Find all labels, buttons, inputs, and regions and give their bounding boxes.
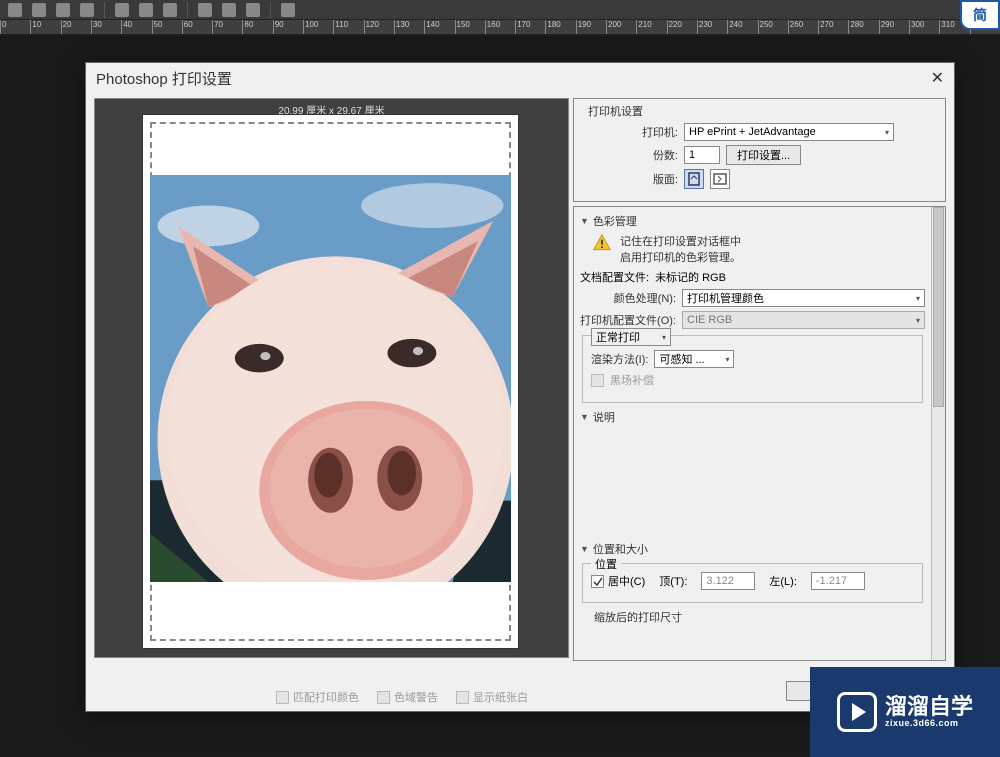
chevron-down-icon: ▾ (916, 316, 920, 325)
tool-icon[interactable] (32, 3, 46, 17)
vertical-scrollbar[interactable] (931, 207, 945, 660)
blackpoint-checkbox (591, 374, 604, 387)
printer-profile-value: CIE RGB (687, 314, 732, 326)
position-legend: 位置 (591, 556, 621, 572)
chevron-down-icon: ▾ (662, 333, 666, 342)
dialog-titlebar[interactable]: Photoshop 打印设置 ✕ (86, 63, 954, 93)
printer-label: 打印机: (582, 124, 678, 140)
show-paper-white-label: 显示纸张白 (473, 689, 528, 705)
printer-setup-title: 打印机设置 (588, 103, 937, 119)
tool-icon[interactable] (8, 3, 22, 17)
check-icon (592, 576, 603, 587)
show-paper-white-checkbox (456, 691, 469, 704)
doc-profile-value: 未标记的 RGB (655, 269, 726, 285)
warning-text-2: 启用打印机的色彩管理。 (620, 249, 741, 265)
print-settings-dialog: Photoshop 打印设置 ✕ 20.99 厘米 x 29.67 厘米 (85, 62, 955, 712)
position-size-header[interactable]: ▼ 位置和大小 (580, 541, 925, 557)
printer-profile-label: 打印机配置文件(O): (580, 312, 676, 328)
match-print-colors-label: 匹配打印颜色 (293, 689, 359, 705)
gamut-warning-label: 色域警告 (394, 689, 438, 705)
scroll-thumb[interactable] (933, 207, 944, 407)
normal-print-select[interactable]: 正常打印 ▾ (591, 328, 671, 346)
gamut-warning-checkbox (377, 691, 390, 704)
printer-value: HP ePrint + JetAdvantage (689, 126, 816, 138)
tool-icon[interactable] (198, 3, 212, 17)
chevron-down-icon: ▾ (725, 355, 729, 364)
print-preview-panel: 20.99 厘米 x 29.67 厘米 (94, 98, 569, 658)
disclosure-down-icon: ▼ (580, 216, 589, 226)
normal-print-value: 正常打印 (596, 329, 640, 345)
tool-icon[interactable] (115, 3, 129, 17)
scaled-print-size-label: 缩放后的打印尺寸 (594, 609, 925, 625)
copies-label: 份数: (582, 147, 678, 163)
render-method-select[interactable]: 可感知 ... ▾ (654, 350, 734, 368)
preview-options: 匹配打印颜色 色域警告 显示纸张白 (276, 689, 528, 705)
position-fieldset: 位置 居中(C) 顶(T): 左(L): (582, 563, 923, 603)
tool-icon[interactable] (56, 3, 70, 17)
close-icon[interactable]: ✕ (931, 68, 944, 88)
tool-icon[interactable] (139, 3, 153, 17)
printer-profile-select: CIE RGB ▾ (682, 311, 925, 329)
tool-icon[interactable] (163, 3, 177, 17)
description-header[interactable]: ▼ 说明 (580, 409, 925, 425)
printer-select[interactable]: HP ePrint + JetAdvantage ▾ (684, 123, 894, 141)
render-method-value: 可感知 ... (659, 351, 704, 367)
tool-icon[interactable] (222, 3, 236, 17)
color-handling-label: 颜色处理(N): (580, 290, 676, 306)
tool-icon[interactable] (246, 3, 260, 17)
landscape-icon (713, 173, 727, 185)
print-settings-button[interactable]: 打印设置... (726, 145, 801, 165)
left-label: 左(L): (769, 573, 797, 589)
doc-profile-label: 文档配置文件: (580, 269, 649, 285)
side-badge: 简 (960, 0, 1000, 30)
match-print-colors-checkbox (276, 691, 289, 704)
description-label: 说明 (593, 409, 615, 425)
settings-panel: 打印机设置 打印机: HP ePrint + JetAdvantage ▾ 份数… (573, 98, 946, 661)
play-icon (837, 692, 877, 732)
portrait-orientation-button[interactable] (684, 169, 704, 189)
app-toolbar (0, 0, 1000, 20)
disclosure-down-icon: ▼ (580, 412, 589, 422)
center-label: 居中(C) (608, 573, 645, 589)
watermark-url: zixue.3d66.com (885, 719, 973, 729)
separator (270, 2, 271, 18)
center-checkbox[interactable] (591, 575, 604, 588)
layout-label: 版面: (582, 171, 678, 187)
position-size-label: 位置和大小 (593, 541, 648, 557)
color-handling-value: 打印机管理颜色 (687, 290, 764, 306)
copies-input[interactable] (684, 146, 720, 164)
left-input (811, 572, 865, 590)
warning-text-1: 记住在打印设置对话框中 (620, 233, 741, 249)
printer-setup-group: 打印机设置 打印机: HP ePrint + JetAdvantage ▾ 份数… (573, 98, 946, 202)
color-management-header[interactable]: ▼ 色彩管理 (580, 213, 925, 229)
color-handling-select[interactable]: 打印机管理颜色 ▾ (682, 289, 925, 307)
chevron-down-icon: ▾ (916, 294, 920, 303)
top-input (701, 572, 755, 590)
portrait-icon (688, 172, 700, 186)
dialog-title: Photoshop 打印设置 (96, 68, 232, 89)
description-area (580, 427, 925, 537)
disclosure-down-icon: ▼ (580, 544, 589, 554)
separator (104, 2, 105, 18)
settings-scroll-area: ▼ 色彩管理 记住在打印设置对话框中 启用打印机的色彩管理。 (573, 206, 946, 661)
separator (187, 2, 188, 18)
preview-image (150, 175, 511, 582)
print-mode-fieldset: 正常打印 ▾ 渲染方法(I): 可感知 ... ▾ (582, 335, 923, 403)
warning-icon (592, 233, 612, 253)
watermark-overlay: 溜溜自学 zixue.3d66.com (810, 667, 1000, 757)
chevron-down-icon: ▾ (885, 128, 889, 137)
tool-icon[interactable] (80, 3, 94, 17)
tool-icon[interactable] (281, 3, 295, 17)
horizontal-ruler: 0102030405060708090100110120130140150160… (0, 20, 1000, 35)
top-label: 顶(T): (659, 573, 687, 589)
blackpoint-label: 黑场补偿 (610, 372, 654, 388)
watermark-title: 溜溜自学 (885, 695, 973, 719)
color-management-label: 色彩管理 (593, 213, 637, 229)
render-method-label: 渲染方法(I): (591, 351, 648, 367)
paper-area (142, 114, 519, 649)
landscape-orientation-button[interactable] (710, 169, 730, 189)
